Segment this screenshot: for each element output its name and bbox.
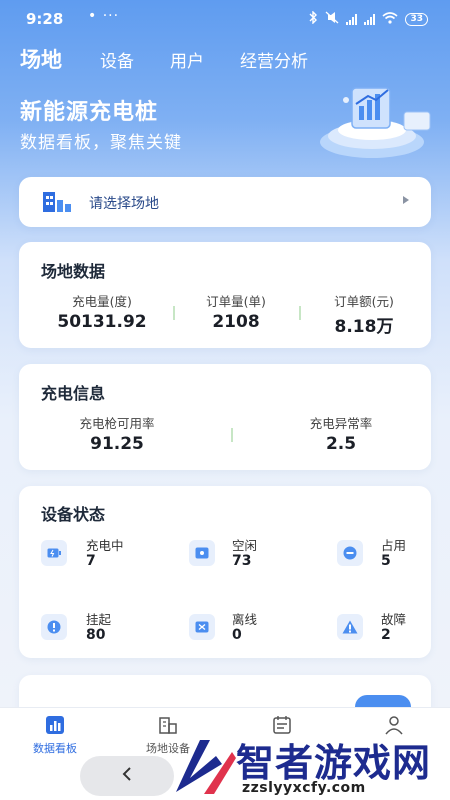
charging-icon — [41, 540, 67, 566]
tab-device[interactable]: 设备 — [100, 47, 134, 72]
bluetooth-icon — [308, 10, 318, 27]
wifi-icon — [382, 11, 398, 27]
device-idle-label: 空闲 — [232, 538, 258, 553]
occupied-icon — [337, 540, 363, 566]
device-charging-value: 7 — [86, 553, 96, 569]
stat-gun-availability-label: 充电枪可用率 — [79, 416, 155, 431]
charge-info-title: 充电信息 — [41, 384, 106, 403]
offline-icon — [189, 614, 215, 640]
device-occupied-value: 5 — [381, 553, 391, 569]
device-suspended-label: 挂起 — [86, 612, 112, 627]
fault-icon — [337, 614, 363, 640]
tab-business-analysis[interactable]: 经营分析 — [240, 47, 308, 72]
device-offline-value: 0 — [232, 627, 242, 643]
tab-site[interactable]: 场地 — [20, 44, 62, 74]
mute-icon — [325, 11, 339, 27]
status-notification-dots: • ··· — [88, 8, 120, 24]
device-status-card: 设备状态 充电中 7 空闲 73 占用 5 挂起 80 离线 0 故障 2 — [19, 486, 431, 658]
stat-order-count-value: 2108 — [212, 312, 260, 332]
stat-charge-error-value: 2.5 — [325, 434, 357, 454]
chevron-right-icon — [403, 196, 409, 204]
device-status-title: 设备状态 — [41, 505, 106, 524]
watermark-text: 智者游戏网 — [236, 741, 432, 785]
nav-dashboard[interactable]: 数据看板 — [10, 714, 100, 756]
idle-icon — [189, 540, 215, 566]
stat-charge-amount-label: 充电量(度) — [72, 294, 132, 309]
site-selector[interactable]: 请选择场地 — [19, 177, 431, 227]
chevron-left-icon — [121, 766, 133, 787]
device-occupied-label: 占用 — [381, 538, 407, 553]
status-right-icons: 33 — [308, 10, 428, 27]
hero-title: 新能源充电桩 — [20, 100, 159, 125]
stat-charge-amount-value: 50131.92 — [57, 312, 147, 332]
site-data-title: 场地数据 — [41, 262, 106, 281]
signal-2-icon — [364, 13, 376, 25]
stat-order-count-label: 订单量(单) — [206, 294, 266, 309]
battery-icon: 33 — [405, 12, 428, 26]
suspended-icon — [41, 614, 67, 640]
site-data-card: 场地数据 充电量(度) 50131.92 订单量(单) 2108 订单额(元) … — [19, 242, 431, 348]
tab-user[interactable]: 用户 — [170, 47, 204, 72]
nav-dashboard-label: 数据看板 — [33, 742, 77, 755]
device-idle-value: 73 — [232, 553, 252, 569]
device-offline-label: 离线 — [232, 612, 258, 627]
charge-info-card: 充电信息 充电枪可用率 91.25 充电异常率 2.5 — [19, 364, 431, 470]
stat-gun-availability-value: 91.25 — [90, 434, 144, 454]
watermark-logo-icon — [170, 734, 240, 796]
status-time: 9:28 — [26, 10, 64, 28]
signal-icon — [346, 13, 358, 25]
stat-charge-error-label: 充电异常率 — [309, 416, 373, 431]
system-back-button[interactable] — [80, 756, 174, 796]
stat-order-amount-value: 8.18万 — [334, 317, 394, 337]
site-selector-label: 请选择场地 — [89, 196, 159, 212]
device-fault-label: 故障 — [381, 612, 407, 627]
watermark-url: zzslyyxcfy.com — [242, 780, 366, 796]
dashboard-illustration-icon — [312, 70, 440, 170]
stat-order-amount-label: 订单额(元) — [334, 294, 394, 309]
device-charging-label: 充电中 — [86, 538, 124, 553]
watermark: 智者游戏网 zzslyyxcfy.com — [170, 726, 450, 800]
divider — [231, 428, 233, 442]
divider — [299, 306, 301, 320]
bar-chart-icon — [44, 714, 66, 736]
device-suspended-value: 80 — [86, 627, 106, 643]
device-fault-value: 2 — [381, 627, 391, 643]
hero-subtitle: 数据看板，聚焦关键 — [20, 133, 182, 153]
status-bar: 9:28 • ··· 33 — [0, 0, 450, 38]
building-icon — [41, 190, 73, 214]
top-tabs: 场地 设备 用户 经营分析 — [20, 44, 344, 74]
divider — [173, 306, 175, 320]
